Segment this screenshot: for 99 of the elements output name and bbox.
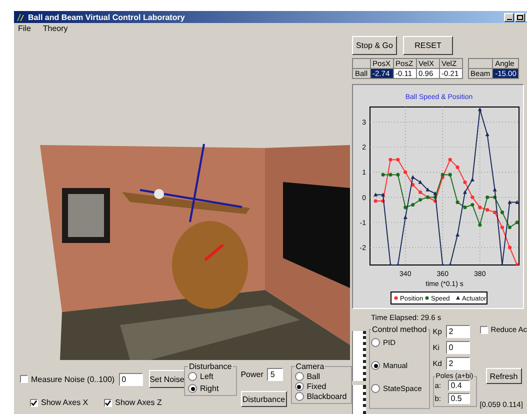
data-point <box>478 223 482 227</box>
menu-item[interactable]: Theory <box>42 24 68 33</box>
data-point <box>388 262 392 265</box>
data-point <box>463 190 467 194</box>
data-point <box>463 180 467 184</box>
input-field[interactable]: 2 <box>446 357 470 370</box>
radio-label: Fixed <box>306 382 326 391</box>
menu-item[interactable]: File <box>18 24 31 33</box>
data-point <box>388 172 392 177</box>
group-title: Control method <box>371 325 428 334</box>
input-field[interactable]: 2 <box>446 325 470 338</box>
data-point <box>500 226 504 230</box>
data-point <box>374 199 378 203</box>
radio-button[interactable] <box>371 384 380 393</box>
data-point <box>470 203 474 207</box>
refresh-button[interactable]: Refresh <box>486 368 522 384</box>
data-point <box>470 178 474 182</box>
data-point <box>404 206 408 210</box>
input-field[interactable]: 0 <box>118 372 143 386</box>
data-point <box>418 180 422 184</box>
data-point <box>493 195 497 200</box>
data-point <box>486 208 490 212</box>
group-title: Disturbance <box>188 362 233 371</box>
data-point <box>381 199 385 203</box>
data-point <box>463 206 467 210</box>
data-point <box>410 175 415 179</box>
data-point <box>388 158 392 162</box>
data-point <box>478 206 482 210</box>
data-point <box>515 200 519 204</box>
data-point <box>440 262 445 265</box>
stop-go-button[interactable]: Stop & Go <box>352 36 397 55</box>
radio-label: Left <box>200 372 214 381</box>
data-point <box>508 246 512 250</box>
checkbox[interactable] <box>480 326 488 334</box>
data-point <box>396 158 400 162</box>
data-point <box>500 262 504 265</box>
data-point <box>411 182 415 187</box>
data-point <box>515 220 519 224</box>
minimize-button[interactable] <box>504 12 514 22</box>
legend-marker-icon <box>394 296 398 300</box>
radio-label: Blackboard <box>306 392 347 401</box>
data-point <box>456 232 460 236</box>
data-point <box>411 203 415 207</box>
radio-button[interactable] <box>188 384 197 393</box>
group-title: Camera <box>294 362 326 371</box>
maximize-button[interactable] <box>515 12 525 22</box>
data-point <box>500 210 504 214</box>
radio-button[interactable] <box>371 338 380 347</box>
data-point <box>485 132 490 136</box>
radio-button[interactable] <box>294 372 304 381</box>
data-point <box>418 190 422 194</box>
legend-marker-icon <box>456 296 460 300</box>
data-point <box>381 172 385 177</box>
set-noise-button[interactable]: Set Noise <box>148 370 186 388</box>
input-field[interactable]: 0.5 <box>448 393 470 404</box>
data-point <box>486 195 490 200</box>
data-point <box>403 215 408 219</box>
data-point <box>448 172 452 177</box>
data-point <box>396 262 400 265</box>
checkbox[interactable] <box>30 398 38 406</box>
data-point <box>478 107 482 112</box>
radio-button[interactable] <box>294 392 304 401</box>
data-point <box>508 200 512 204</box>
checkbox-label: Show Axes X <box>41 398 88 407</box>
data-point <box>404 170 408 174</box>
data-point <box>381 192 386 196</box>
data-point <box>456 165 460 169</box>
scale-bar <box>352 385 366 414</box>
scale-bar <box>352 331 366 381</box>
data-point <box>470 195 474 200</box>
input-field[interactable]: 0.4 <box>448 380 470 391</box>
radio-button[interactable] <box>188 372 197 381</box>
disturbance-button[interactable]: Disturbance <box>240 391 287 407</box>
data-point <box>374 192 378 196</box>
data-point <box>396 172 400 177</box>
data-point <box>508 226 512 230</box>
maximize-icon <box>517 14 523 20</box>
field-label: Power <box>240 370 264 379</box>
app-icon <box>16 12 25 22</box>
radio-label: Right <box>200 384 219 393</box>
checkbox[interactable] <box>104 398 112 406</box>
data-point <box>493 210 497 214</box>
data-point <box>418 198 422 202</box>
input-field[interactable]: 5 <box>267 368 284 381</box>
checkbox-label: Show Axes Z <box>115 398 162 407</box>
input-field[interactable]: 0 <box>446 341 470 354</box>
radio-button[interactable] <box>294 382 304 391</box>
data-point <box>448 262 452 265</box>
data-point <box>492 188 497 192</box>
reset-button[interactable]: RESET <box>403 36 453 55</box>
data-point <box>448 158 452 162</box>
checkbox[interactable] <box>20 375 28 383</box>
legend-marker-icon <box>425 296 429 300</box>
data-point <box>456 200 460 204</box>
data-point <box>426 188 430 192</box>
radio-label: Ball <box>306 372 320 381</box>
radio-button[interactable] <box>371 361 380 370</box>
checkbox-label: Measure Noise (0..100) <box>31 374 115 384</box>
window-title: Ball and Beam Virtual Control Laboratory <box>28 12 186 22</box>
